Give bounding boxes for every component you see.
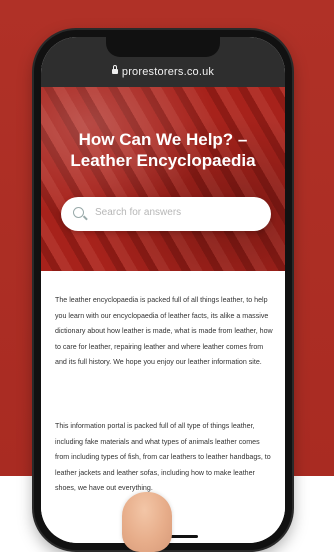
url-text: prorestorers.co.uk bbox=[121, 66, 215, 78]
finger-touch bbox=[122, 492, 172, 552]
paragraph-intro: The leather encyclopaedia is packed full… bbox=[55, 296, 273, 367]
search-icon bbox=[73, 207, 84, 218]
page-title: How Can We Help? – Leather Encyclopaedia bbox=[70, 130, 256, 170]
phone-mockup: prorestorers.co.uk How Can We Help? – Le… bbox=[34, 30, 292, 550]
url-display[interactable]: prorestorers.co.uk bbox=[41, 65, 285, 78]
phone-notch bbox=[106, 37, 220, 57]
search-placeholder: Search for answers bbox=[95, 207, 182, 218]
search-input[interactable]: Search for answers bbox=[61, 197, 271, 231]
lock-icon bbox=[111, 65, 118, 74]
hero-banner: How Can We Help? – Leather Encyclopaedia… bbox=[41, 87, 285, 271]
phone-screen: prorestorers.co.uk How Can We Help? – Le… bbox=[41, 37, 285, 543]
paragraph-info-portal: This information portal is packed full o… bbox=[55, 422, 271, 493]
